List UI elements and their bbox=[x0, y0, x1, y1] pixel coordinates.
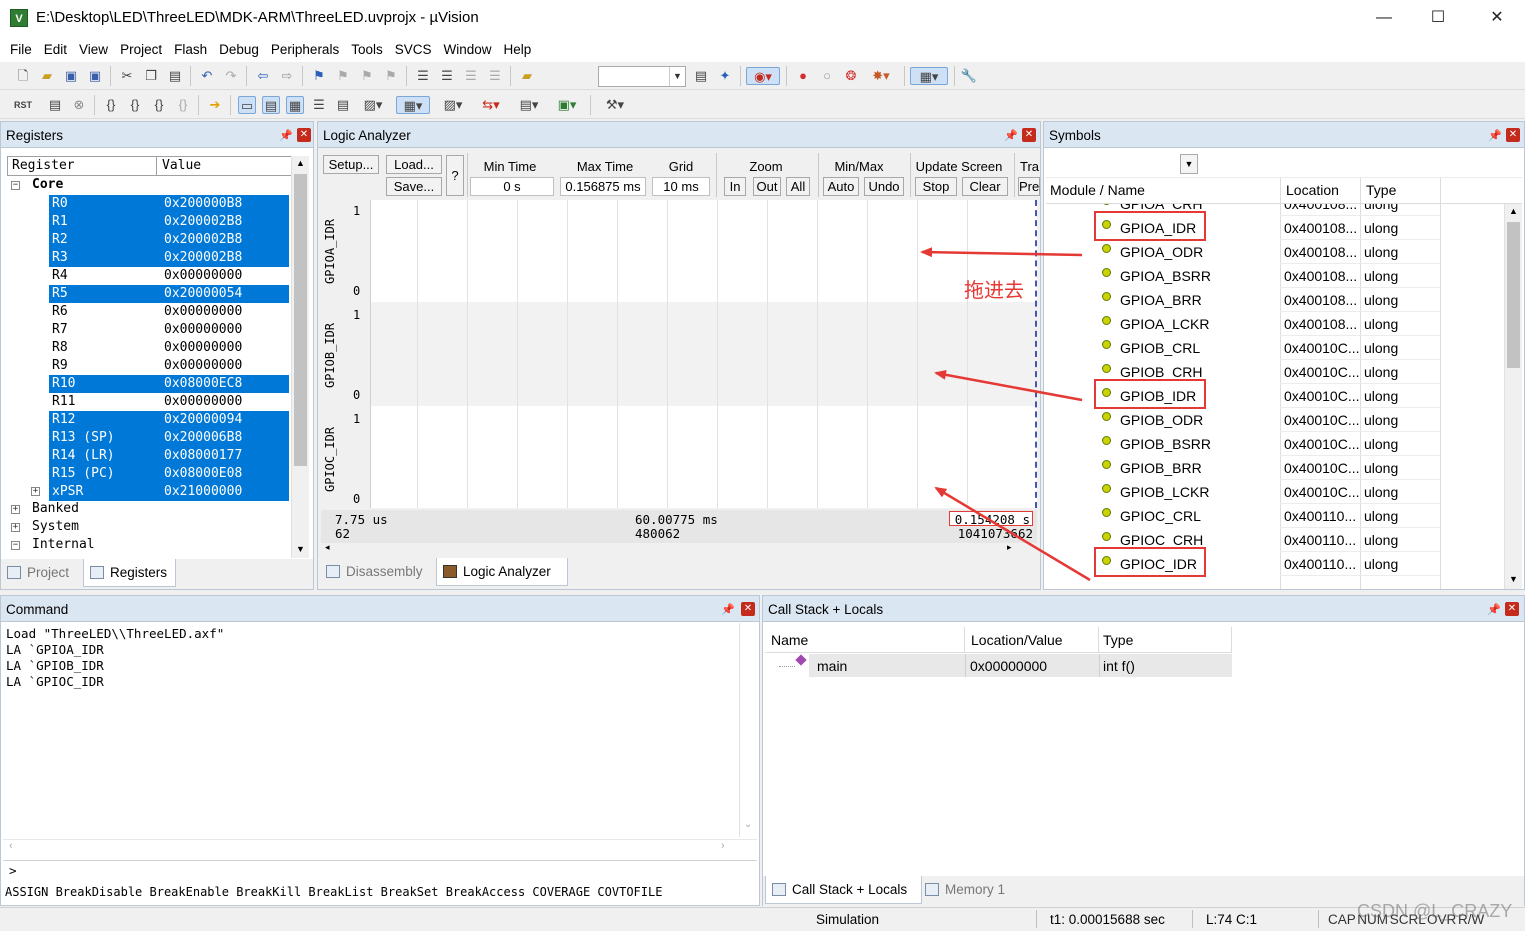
arrow-gpioc bbox=[934, 486, 1091, 582]
drag-annotation-overlay bbox=[920, 247, 1091, 582]
arrow-gpioa bbox=[920, 247, 1083, 258]
arrow-gpiob bbox=[934, 369, 1083, 402]
drag-annotation-text: 拖进去 bbox=[964, 278, 1024, 302]
